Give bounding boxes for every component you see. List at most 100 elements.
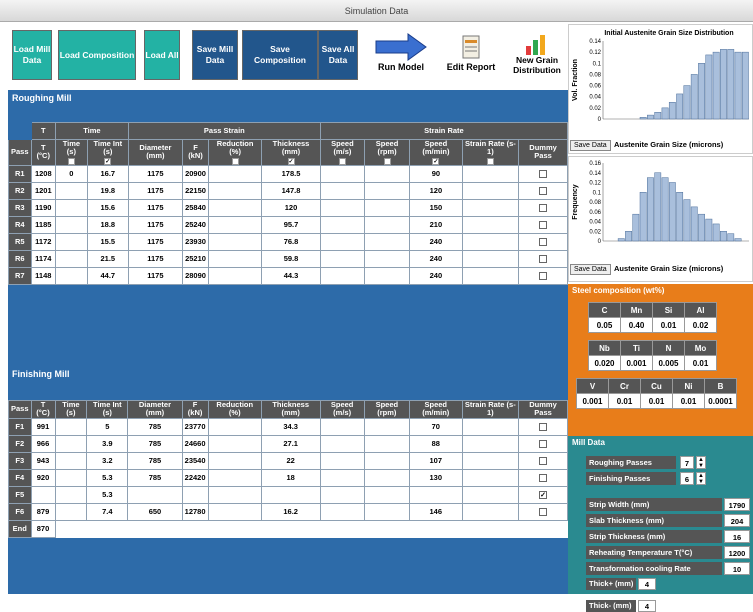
table-cell[interactable] — [363, 417, 410, 436]
finishing-passes-spinner[interactable]: ▲ ▼ — [696, 472, 706, 485]
table-cell[interactable] — [319, 181, 365, 200]
load-mill-data-button[interactable]: Load Mill Data — [12, 30, 52, 80]
table-cell[interactable]: 16.2 — [260, 502, 321, 521]
table-cell[interactable]: 34.3 — [260, 417, 321, 436]
table-cell[interactable] — [461, 266, 520, 285]
save-data-button-2[interactable]: Save Data — [570, 264, 611, 275]
table-cell[interactable] — [319, 417, 365, 436]
table-cell[interactable] — [461, 468, 520, 487]
table-cell[interactable]: 25240 — [181, 215, 210, 234]
dummy-pass-checkbox[interactable] — [539, 170, 548, 178]
table-cell[interactable]: 25210 — [181, 249, 210, 268]
table-cell[interactable] — [208, 266, 263, 285]
table-cell[interactable] — [207, 451, 262, 470]
table-cell[interactable] — [319, 451, 365, 470]
table-cell[interactable] — [461, 164, 520, 183]
table-cell[interactable]: 27.1 — [260, 434, 321, 453]
element-value[interactable]: 0.05 — [588, 317, 621, 333]
table-cell[interactable]: 90 — [409, 164, 463, 183]
table-cell[interactable] — [363, 215, 411, 234]
table-cell[interactable] — [208, 164, 263, 183]
column-checkbox[interactable] — [67, 157, 75, 165]
thick-plus-input[interactable]: 4 — [638, 578, 656, 590]
table-cell[interactable]: 785 — [127, 468, 183, 487]
element-value[interactable]: 0.01 — [608, 393, 641, 409]
table-cell[interactable] — [208, 215, 263, 234]
element-value[interactable]: 0.01 — [672, 393, 705, 409]
table-cell[interactable]: 920 — [30, 468, 56, 487]
dummy-pass-checkbox[interactable] — [539, 255, 548, 263]
table-cell[interactable]: 21.5 — [86, 249, 129, 268]
table-cell[interactable] — [363, 485, 410, 504]
load-all-button[interactable]: Load All — [144, 30, 180, 80]
table-cell[interactable]: 1175 — [127, 249, 183, 268]
table-cell[interactable]: 240 — [409, 266, 463, 285]
table-cell[interactable]: 0 — [55, 164, 88, 183]
table-cell[interactable]: 15.5 — [86, 232, 129, 251]
table-cell[interactable] — [461, 502, 520, 521]
table-cell[interactable]: 1175 — [127, 266, 183, 285]
reheating-temperature-input[interactable]: 1200 — [724, 546, 750, 559]
table-cell[interactable] — [319, 266, 365, 285]
element-value[interactable]: 0.020 — [588, 355, 621, 371]
element-value[interactable]: 0.0001 — [704, 393, 737, 409]
table-cell[interactable]: 991 — [30, 417, 56, 436]
table-cell[interactable] — [319, 434, 365, 453]
thick-minus-input[interactable]: 4 — [638, 600, 656, 612]
dummy-pass-checkbox[interactable] — [539, 204, 548, 212]
table-cell[interactable]: 18 — [260, 468, 321, 487]
table-cell[interactable]: 19.8 — [86, 181, 129, 200]
strip-thickness-input[interactable]: 16 — [724, 530, 750, 543]
table-cell[interactable]: 22420 — [181, 468, 209, 487]
table-cell[interactable]: 1175 — [127, 164, 183, 183]
table-cell[interactable] — [208, 249, 263, 268]
table-cell[interactable]: 7.4 — [86, 502, 129, 521]
table-cell[interactable] — [54, 502, 88, 521]
table-cell[interactable] — [54, 468, 88, 487]
column-checkbox[interactable] — [486, 157, 494, 165]
table-cell[interactable] — [363, 434, 410, 453]
save-composition-button[interactable]: Save Composition — [242, 30, 318, 80]
dummy-pass-checkbox[interactable] — [539, 457, 548, 465]
table-cell[interactable]: 12780 — [181, 502, 209, 521]
table-cell[interactable]: 178.5 — [261, 164, 321, 183]
table-cell[interactable]: 23930 — [181, 232, 210, 251]
dummy-pass-checkbox[interactable] — [539, 272, 548, 280]
table-cell[interactable]: 1175 — [127, 215, 183, 234]
table-cell[interactable] — [461, 198, 520, 217]
load-composition-button[interactable]: Load Composition — [58, 30, 136, 80]
table-cell[interactable] — [319, 164, 365, 183]
element-value[interactable]: 0.02 — [684, 317, 717, 333]
table-cell[interactable]: 88 — [408, 434, 463, 453]
table-cell[interactable] — [207, 485, 262, 504]
table-cell[interactable]: 70 — [408, 417, 463, 436]
table-cell[interactable]: 18.8 — [86, 215, 129, 234]
table-cell[interactable] — [54, 451, 88, 470]
save-mill-data-button[interactable]: Save Mill Data — [192, 30, 238, 80]
table-cell[interactable]: 1175 — [127, 232, 183, 251]
table-cell[interactable]: 870 — [30, 519, 56, 538]
table-cell[interactable]: 24660 — [181, 434, 209, 453]
dummy-pass-checkbox[interactable] — [539, 238, 548, 246]
cooling-rate-input[interactable]: 10 — [724, 562, 750, 575]
table-cell[interactable] — [461, 249, 520, 268]
table-cell[interactable]: 23540 — [181, 451, 209, 470]
table-cell[interactable]: 1208 — [30, 164, 57, 183]
table-cell[interactable]: 150 — [409, 198, 463, 217]
finishing-passes-input[interactable]: 6 — [680, 472, 694, 485]
table-cell[interactable] — [461, 434, 520, 453]
table-cell[interactable]: 120 — [261, 198, 321, 217]
table-cell[interactable] — [319, 198, 365, 217]
table-cell[interactable] — [55, 232, 88, 251]
table-cell[interactable]: 5 — [86, 417, 129, 436]
table-cell[interactable]: 130 — [408, 468, 463, 487]
table-cell[interactable]: 44.3 — [261, 266, 321, 285]
strip-width-input[interactable]: 1790 — [724, 498, 750, 511]
table-cell[interactable] — [319, 249, 365, 268]
table-cell[interactable] — [207, 468, 262, 487]
table-cell[interactable] — [363, 249, 411, 268]
dummy-pass-checkbox[interactable] — [539, 423, 548, 431]
table-cell[interactable]: 1185 — [30, 215, 57, 234]
table-cell[interactable]: 107 — [408, 451, 463, 470]
table-cell[interactable] — [55, 198, 88, 217]
